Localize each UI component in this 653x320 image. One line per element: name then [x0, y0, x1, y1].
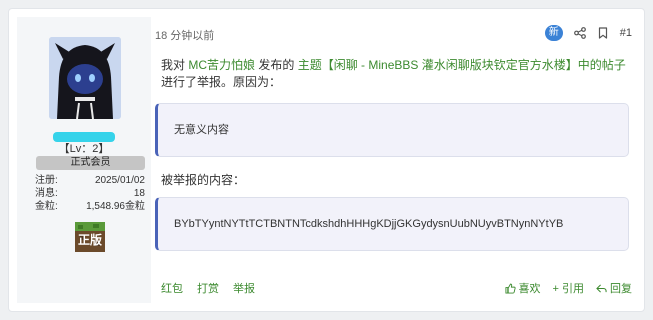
- post-number[interactable]: #1: [620, 27, 632, 39]
- post-time[interactable]: 18 分钟以前: [155, 27, 214, 43]
- user-avatar[interactable]: [49, 37, 121, 119]
- footer-actions-right: 喜欢 + 引用 回复: [504, 280, 632, 296]
- message-text: 进行了举报。原因为：: [161, 75, 282, 89]
- user-link[interactable]: MC苦力怕娘: [188, 58, 255, 72]
- tip-link[interactable]: 打赏: [197, 280, 219, 296]
- footer-actions-left: 红包 打赏 举报: [161, 280, 255, 296]
- reply-label: 回复: [610, 283, 632, 295]
- user-title-badge: 正式会员: [36, 156, 145, 170]
- bookmark-icon[interactable]: [597, 27, 609, 39]
- medal-icon[interactable]: 正版: [75, 222, 105, 252]
- stat-label: 金粒:: [35, 201, 58, 212]
- thread-link[interactable]: 主题【闲聊 - MineBBS 灌水闲聊版块钦定官方水楼】中的帖子: [298, 58, 626, 72]
- stat-value: 2025/01/02: [94, 175, 145, 186]
- user-info-panel: 【Lv：2】 正式会员 注册: 2025/01/02 消息: 18 金粒: 1,…: [17, 17, 151, 303]
- reported-content-quote: BYbTYyntNYTtTCTBNTNTcdkshdhHHHgKDjjGKGyd…: [155, 197, 629, 251]
- medal-text: 正版: [78, 232, 102, 247]
- stat-messages: 消息: 18: [35, 187, 145, 200]
- thumbs-up-icon: [504, 283, 516, 294]
- quote-button[interactable]: + 引用: [553, 280, 584, 296]
- new-badge: 新: [544, 25, 563, 41]
- reply-icon: [596, 283, 607, 293]
- stat-registered: 注册: 2025/01/02: [35, 174, 145, 187]
- reason-quote: 无意义内容: [155, 103, 629, 157]
- user-level: 【Lv：2】: [58, 143, 110, 155]
- share-icon[interactable]: [573, 27, 586, 39]
- like-button[interactable]: 喜欢: [504, 280, 541, 296]
- red-packet-link[interactable]: 红包: [161, 280, 183, 296]
- reply-button[interactable]: 回复: [596, 280, 632, 296]
- stat-value: 1,548.96金粒: [86, 201, 145, 212]
- avatar-image: [49, 37, 121, 119]
- stat-gold: 金粒: 1,548.96金粒: [35, 200, 145, 213]
- message-text: 发布的: [255, 58, 298, 72]
- stat-value: 18: [133, 188, 145, 199]
- post-toolbar: 新 #1: [544, 24, 632, 42]
- message-text: 我对: [161, 58, 189, 72]
- like-label: 喜欢: [518, 283, 541, 295]
- report-link[interactable]: 举报: [233, 280, 255, 296]
- post-container: 【Lv：2】 正式会员 注册: 2025/01/02 消息: 18 金粒: 1,…: [8, 8, 645, 312]
- report-message: 我对 MC苦力怕娘 发布的 主题【闲聊 - MineBBS 灌水闲聊版块钦定官方…: [161, 57, 631, 91]
- stat-label: 消息:: [35, 188, 58, 199]
- stat-label: 注册:: [35, 175, 58, 186]
- reported-content-label: 被举报的内容：: [161, 173, 246, 187]
- post-main: 18 分钟以前 新 #1 我对 MC苦力怕娘 发布的 主题【闲聊 - MineB…: [155, 9, 644, 311]
